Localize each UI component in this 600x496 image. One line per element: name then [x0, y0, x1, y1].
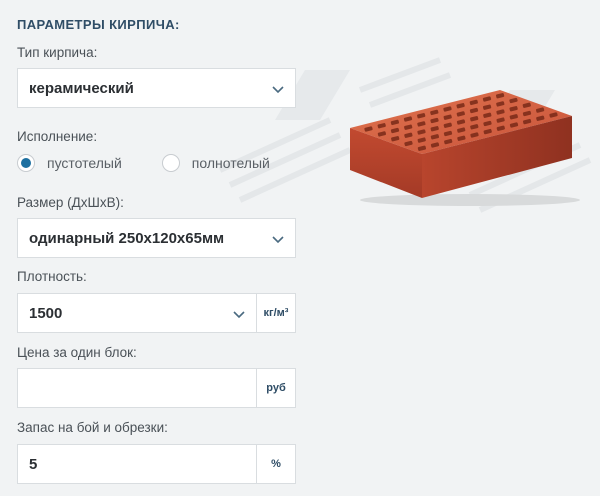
reserve-unit: %	[257, 444, 296, 484]
reserve-label: Запас на бой и обрезки:	[17, 420, 168, 435]
chevron-down-icon	[233, 311, 245, 319]
size-label: Размер (ДхШхВ):	[17, 195, 124, 210]
price-label: Цена за один блок:	[17, 345, 137, 360]
chevron-down-icon	[272, 86, 284, 94]
brick-type-value: керамический	[29, 79, 134, 97]
density-select[interactable]: 1500	[17, 293, 257, 333]
price-input[interactable]	[17, 368, 257, 408]
size-select[interactable]: одинарный 250х120х65мм	[17, 218, 296, 258]
price-unit: руб	[257, 368, 296, 408]
brick-image	[350, 90, 580, 206]
reserve-input[interactable]: 5	[17, 444, 257, 484]
brick-type-select[interactable]: керамический	[17, 68, 296, 108]
radio-hollow-label: пустотелый	[47, 155, 122, 171]
radio-solid[interactable]: полнотелый	[161, 154, 270, 172]
size-value: одинарный 250х120х65мм	[29, 229, 225, 247]
density-value: 1500	[29, 304, 63, 322]
density-unit: кг/м³	[257, 293, 296, 333]
radio-hollow-indicator[interactable]	[17, 154, 35, 172]
variant-label: Исполнение:	[17, 129, 98, 144]
density-label: Плотность:	[17, 269, 87, 284]
section-title: ПАРАМЕТРЫ КИРПИЧА:	[17, 17, 180, 32]
brick-type-label: Тип кирпича:	[17, 45, 98, 60]
radio-solid-indicator[interactable]	[161, 154, 180, 172]
variant-radio-group: пустотелый полнотелый	[17, 152, 270, 174]
chevron-down-icon	[272, 236, 284, 244]
radio-hollow[interactable]: пустотелый	[17, 154, 122, 172]
radio-solid-label: полнотелый	[191, 155, 270, 171]
